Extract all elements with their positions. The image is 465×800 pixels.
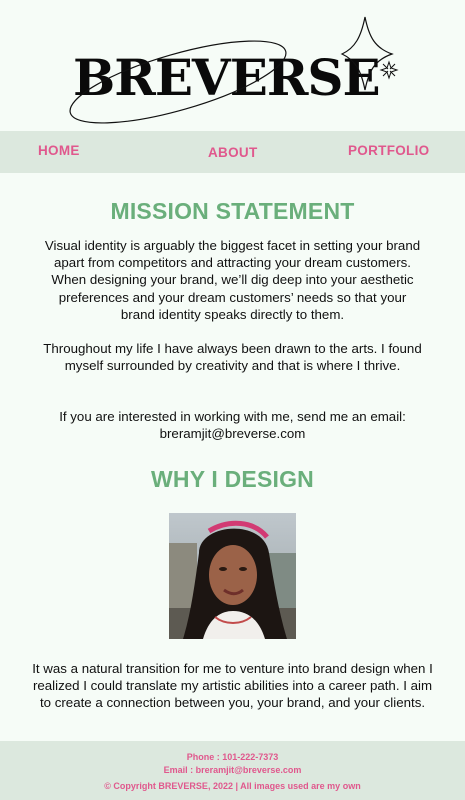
why-title: WHY I DESIGN [151, 466, 314, 492]
sparkle-small-icon [379, 60, 399, 80]
footer: Phone : 101-222-7373 Email : breramjit@b… [0, 741, 465, 800]
footer-phone: Phone : 101-222-7373 [186, 752, 279, 762]
footer-copyright: © Copyright BREVERSE, 2022 | All images … [104, 781, 361, 791]
portrait-photo [169, 513, 296, 639]
footer-email[interactable]: Email : breramjit@breverse.com [0, 765, 465, 775]
header: BREVERSE [0, 0, 465, 131]
mission-paragraph-1: Visual identity is arguably the biggest … [44, 238, 421, 322]
mission-title: MISSION STATEMENT [110, 198, 355, 224]
why-paragraph: It was a natural transition for me to ve… [32, 661, 433, 711]
orbit-ring-icon [69, 16, 399, 124]
mission-paragraph-3: If you are interested in working with me… [59, 409, 406, 442]
mission-paragraph-2: Throughout my life I have always been dr… [43, 341, 422, 374]
nav-about-link[interactable]: ABOUT [208, 145, 258, 160]
nav-portfolio-link[interactable]: PORTFOLIO [348, 143, 429, 158]
main-nav: HOME ABOUT PORTFOLIO [0, 131, 465, 173]
brand-logo[interactable]: BREVERSE [60, 12, 410, 130]
sparkle-large-icon [340, 16, 394, 91]
nav-home-link[interactable]: HOME [38, 143, 80, 158]
